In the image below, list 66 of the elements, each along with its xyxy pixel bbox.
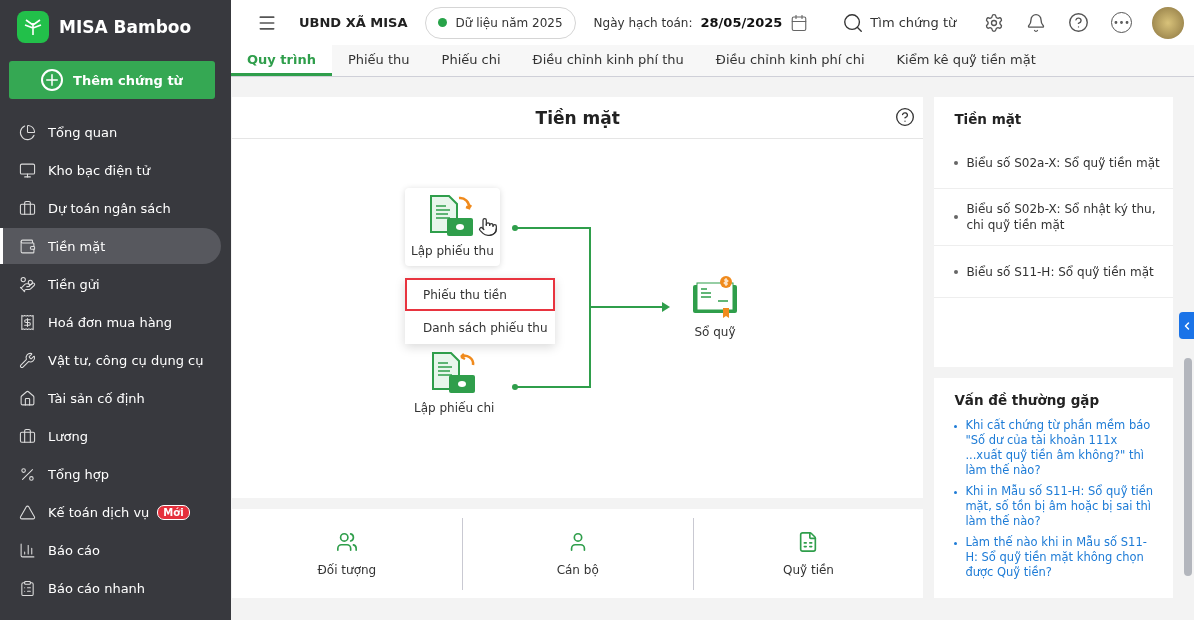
shortcut-item[interactable]: Đối tượng	[232, 517, 462, 590]
sidebar-item[interactable]: Vật tư, công cụ dụng cụ	[0, 342, 221, 378]
tab[interactable]: Phiếu chi	[425, 45, 517, 76]
sidebar-item[interactable]: Tài sản cố định	[0, 380, 221, 416]
bamboo-logo-icon	[17, 11, 49, 43]
app-name: MISA Bamboo	[59, 17, 192, 37]
tab[interactable]: Điều chỉnh kinh phí chi	[699, 45, 881, 76]
help-icon[interactable]	[895, 107, 916, 127]
receipt-icon	[19, 313, 36, 331]
card-title: Vấn đề thường gặp	[953, 391, 1101, 410]
date-label: Ngày hạch toán:	[593, 15, 693, 30]
shortcut-item[interactable]: Quỹ tiền	[692, 517, 924, 590]
briefcase-icon	[19, 427, 36, 445]
sidebar-item[interactable]: Báo cáo	[0, 532, 221, 568]
payment-node[interactable]: Lập phiếu chi	[408, 345, 501, 423]
shortcut-item[interactable]: Cán bộ	[461, 517, 693, 590]
faq-link[interactable]: Làm thế nào khi in Mẫu số S11-H: Sổ quỹ tiền mặt không chọn được Quỹ tiền?	[965, 535, 1158, 580]
sidebar-item[interactable]: Hoá đơn mua hàng	[0, 304, 221, 340]
tab[interactable]: Kiểm kê quỹ tiền mặt	[880, 45, 1052, 76]
triangle-icon	[19, 503, 36, 521]
report-link[interactable]: Biểu số S02b-X: Sổ nhật ký thu, chi quỹ tiền mặt	[934, 189, 1174, 246]
bullet-icon	[954, 425, 958, 428]
ledger-book-icon	[690, 275, 740, 319]
monitor-icon	[19, 161, 36, 179]
bullet-icon	[954, 491, 958, 494]
house-icon	[19, 389, 36, 407]
sidebar-item[interactable]: Tiền gửi	[0, 266, 221, 302]
report-link[interactable]: Biểu số S11-H: Sổ quỹ tiền mặt	[934, 246, 1174, 298]
scrollbar-thumb[interactable]	[1184, 358, 1193, 576]
report-link[interactable]: Biểu số S02a-X: Sổ quỹ tiền mặt	[934, 137, 1174, 189]
sidebar-item[interactable]: Kế toán dịch vụ Mới	[0, 494, 221, 530]
calendar-icon[interactable]	[790, 13, 809, 32]
search-button[interactable]: Tìm chứng từ	[836, 10, 963, 35]
sidebar-item[interactable]: Kho bạc điện tử	[0, 152, 221, 188]
new-badge: Mới	[157, 504, 190, 520]
percent-icon	[19, 465, 36, 483]
collapse-button[interactable]	[1179, 312, 1194, 339]
search-icon	[842, 11, 865, 34]
card-title: Tiền mặt	[953, 110, 1023, 129]
briefcase-icon	[19, 199, 36, 217]
receipt-node[interactable]: Lập phiếu thu	[405, 188, 500, 266]
menu-item[interactable]: Danh sách phiếu thu	[405, 311, 555, 344]
faq-link[interactable]: Khi in Mẫu số S11-H: Sổ quỹ tiền mặt, số tồn bị âm hoặc bị sai thì làm thế nào?	[965, 484, 1158, 529]
hand-cursor-icon	[478, 217, 498, 237]
sidebar-item[interactable]: Báo cáo nhanh	[0, 570, 221, 606]
sidebar-item[interactable]: Lương	[0, 418, 221, 454]
posting-date: 28/05/2025	[700, 15, 783, 30]
sidebar-item[interactable]: Tổng quan	[0, 114, 221, 150]
people-icon	[335, 530, 358, 553]
sidebar-item[interactable]: Tổng hợp	[0, 456, 221, 492]
card-title: Tiền mặt	[535, 107, 620, 128]
tab[interactable]: Phiếu thu	[331, 45, 426, 76]
unit-name: UBND XÃ MISA	[299, 15, 408, 30]
avatar[interactable]	[1152, 6, 1184, 39]
menu-item[interactable]: Phiếu thu tiền	[405, 278, 555, 311]
clipboard-icon	[19, 579, 36, 597]
bullet-icon	[954, 542, 958, 545]
tab[interactable]: Điều chỉnh kinh phí thu	[516, 45, 700, 76]
sidebar-item[interactable]: Tiền mặt	[0, 228, 221, 264]
pie-chart-icon	[19, 123, 36, 141]
plus-icon	[41, 69, 64, 91]
wallet-icon	[19, 237, 36, 255]
sidebar-item[interactable]: Dự toán ngân sách	[0, 190, 221, 226]
faq-link[interactable]: Khi cất chứng từ phần mềm báo "Số dư của tài khoản 111x ...xuất quỹ tiền âm không?" thì làm thế nào?	[965, 418, 1158, 478]
hand-coin-icon	[19, 275, 36, 293]
ledger-node[interactable]: Sổ quỹ	[684, 269, 746, 347]
